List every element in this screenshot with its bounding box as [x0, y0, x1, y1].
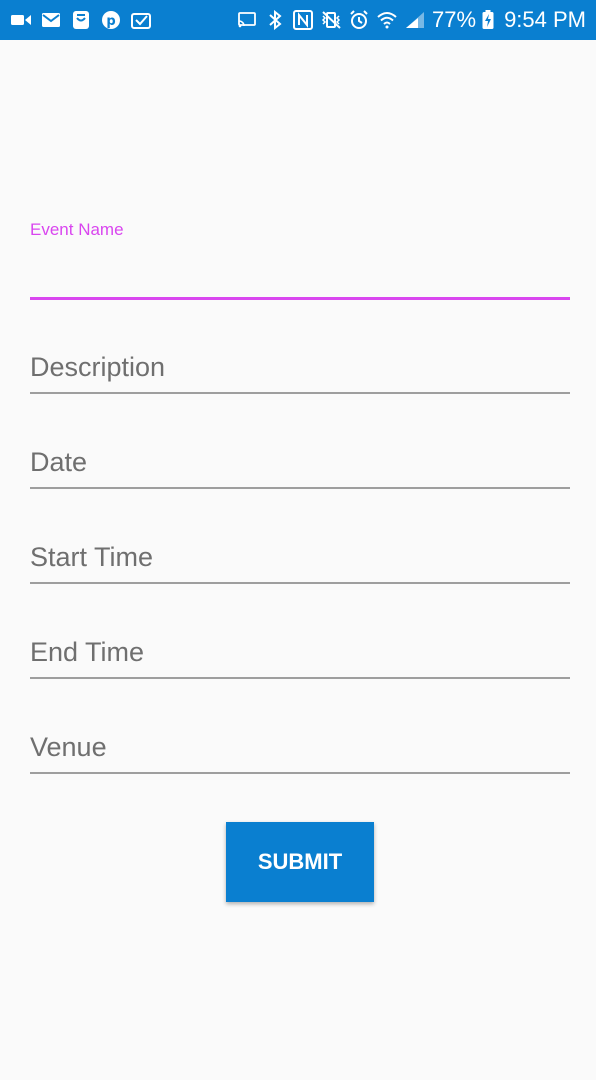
end-time-field[interactable]: End Time: [30, 625, 570, 681]
cast-icon: [236, 9, 258, 31]
submit-button[interactable]: SUBMIT: [226, 822, 374, 902]
end-time-underline: [30, 677, 570, 679]
status-bar: p 77% 9:54 PM: [0, 0, 596, 40]
inbox-icon: [130, 9, 152, 31]
date-field[interactable]: Date: [30, 435, 570, 491]
vibrate-mute-icon: [320, 9, 342, 31]
status-notification-icons: p: [10, 8, 152, 32]
messenger-icon: [70, 9, 92, 31]
description-underline: [30, 392, 570, 394]
start-time-field[interactable]: Start Time: [30, 530, 570, 586]
svg-text:p: p: [106, 14, 115, 29]
status-system-icons: 77% 9:54 PM: [236, 8, 586, 32]
description-placeholder: Description: [30, 352, 166, 382]
date-underline: [30, 487, 570, 489]
status-clock: 9:54 PM: [504, 7, 586, 32]
venue-underline: [30, 772, 570, 774]
description-field[interactable]: Description: [30, 340, 570, 396]
date-placeholder: Date: [30, 447, 88, 477]
video-camera-icon: [10, 9, 32, 31]
bluetooth-icon: [264, 9, 286, 31]
battery-charging-icon: [482, 9, 494, 31]
start-time-underline: [30, 582, 570, 584]
pinterest-icon: p: [100, 9, 122, 31]
wifi-icon: [376, 9, 398, 31]
start-time-placeholder: Start Time: [30, 542, 154, 572]
event-name-underline: [30, 297, 570, 300]
gmail-icon: [40, 9, 62, 31]
venue-placeholder: Venue: [30, 732, 107, 762]
nfc-icon: [292, 9, 314, 31]
alarm-icon: [348, 9, 370, 31]
battery-percent: 77%: [432, 7, 477, 32]
event-name-field[interactable]: Event Name: [30, 215, 570, 305]
end-time-placeholder: End Time: [30, 637, 145, 667]
event-name-label: Event Name: [30, 220, 124, 239]
signal-icon: [404, 9, 426, 31]
venue-field[interactable]: Venue: [30, 720, 570, 776]
